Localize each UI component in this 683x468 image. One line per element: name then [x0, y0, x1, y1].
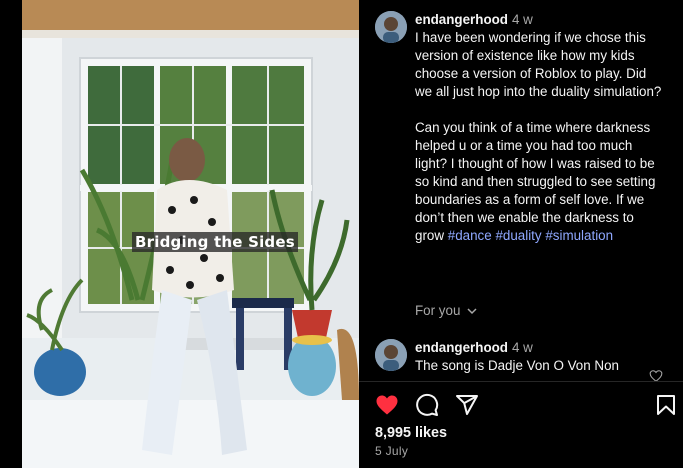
hashtag-link[interactable]: #dance: [448, 228, 492, 243]
profile-avatar-icon: [375, 11, 407, 43]
caption-text: endangerhood 4 w I have been wondering if…: [415, 11, 665, 245]
divider: [359, 381, 683, 382]
caption-paragraph-2: Can you think of a time where darkness h…: [415, 120, 656, 243]
comment-time: 4 w: [512, 12, 533, 27]
user-avatar[interactable]: [375, 339, 407, 371]
comment-text: endangerhood 4 w The song is Dadje Von O …: [415, 339, 665, 375]
media-left-edge: [0, 0, 22, 468]
post-date: 5 July: [375, 444, 409, 458]
username[interactable]: endangerhood: [415, 340, 508, 355]
caption-comment: endangerhood 4 w I have been wondering if…: [375, 11, 665, 291]
send-icon[interactable]: [455, 393, 479, 417]
for-you-label: For you: [415, 303, 461, 318]
comment-time: 4 w: [512, 340, 533, 355]
comments-panel: endangerhood 4 w I have been wondering if…: [359, 0, 683, 468]
username[interactable]: endangerhood: [415, 12, 508, 27]
heart-filled-icon[interactable]: [375, 393, 399, 417]
likes-count[interactable]: 8,995 likes: [375, 425, 447, 441]
comment-body: The song is Dadje Von O Von Non: [415, 358, 619, 373]
comment-icon[interactable]: [415, 393, 439, 417]
chevron-down-icon: [467, 308, 477, 315]
bookmark-icon[interactable]: [654, 393, 678, 417]
comment: endangerhood 4 w The song is Dadje Von O …: [375, 339, 665, 379]
video-caption-overlay: Bridging the Sides: [132, 232, 298, 252]
post-media[interactable]: Bridging the Sides: [22, 0, 359, 468]
caption-paragraph-1: I have been wondering if we chose this v…: [415, 30, 662, 99]
action-bar: [375, 393, 675, 417]
hashtag-link[interactable]: #simulation: [545, 228, 613, 243]
profile-avatar-icon: [375, 339, 407, 371]
user-avatar[interactable]: [375, 11, 407, 43]
for-you-dropdown[interactable]: For you: [415, 303, 478, 318]
hashtag-link[interactable]: #duality: [495, 228, 541, 243]
